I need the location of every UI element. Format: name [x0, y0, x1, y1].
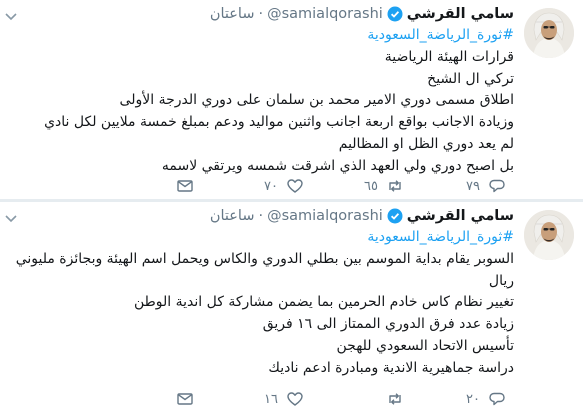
separator-dot: · — [258, 6, 264, 22]
tweet-line: تركي ال الشيخ — [427, 70, 514, 87]
reply-count: ٢٠ — [466, 391, 480, 407]
author-handle[interactable]: @samialqorashi — [267, 6, 383, 22]
tweet-body: سامي القرشي @samialqorashi · ساعتان #ثور… — [12, 3, 514, 178]
tweet[interactable]: سامي القرشي @samialqorashi · ساعتان #ثور… — [0, 202, 583, 417]
avatar[interactable] — [524, 8, 574, 58]
heart-icon — [287, 179, 303, 193]
separator-dot: · — [258, 208, 264, 224]
tweet-line: بل اصبح دوري ولي العهد الذي اشرقت شمسه و… — [161, 157, 514, 174]
tweet-timestamp[interactable]: ساعتان — [210, 208, 255, 224]
like-count: ١٦ — [264, 391, 278, 407]
author-name[interactable]: سامي القرشي — [407, 208, 514, 224]
reply-button[interactable]: ٢٠ — [466, 390, 506, 408]
tweet-line: تأسيس الاتحاد السعودي للهجن — [336, 337, 515, 354]
tweet-text: #ثورة_الرياضة_السعودية السوبر يقام بداية… — [12, 227, 514, 380]
like-count: ٧٠ — [264, 178, 278, 194]
tweet-actions: ٧٩ ٦٥ ٧٠ — [12, 177, 514, 197]
verified-badge-icon — [387, 6, 403, 22]
envelope-icon — [177, 180, 193, 192]
tweet-actions: ٢٠ ١٦ — [12, 390, 514, 410]
heart-icon — [287, 392, 303, 406]
tweet-line: زيادة عدد فرق الدوري الممتاز الى ١٦ فريق — [262, 316, 514, 333]
avatar[interactable] — [524, 210, 574, 260]
tweet-line: تغيير نظام كاس خادم الحرمين بما يضمن مشا… — [133, 294, 514, 311]
reply-count: ٧٩ — [466, 178, 480, 194]
tweet-line: السوبر يقام بداية الموسم بين بطلي الدوري… — [15, 250, 514, 289]
envelope-icon — [177, 393, 193, 405]
tweet-header: سامي القرشي @samialqorashi · ساعتان — [12, 205, 514, 227]
tweet-line: وزيادة الاجانب بواقع اربعة اجانب واثنين … — [44, 114, 514, 131]
reply-icon — [489, 392, 505, 406]
retweet-button[interactable] — [378, 390, 404, 408]
verified-badge-icon — [387, 208, 403, 224]
retweet-button[interactable]: ٦٥ — [364, 177, 404, 195]
tweet-header: سامي القرشي @samialqorashi · ساعتان — [12, 3, 514, 25]
hashtag-link[interactable]: #ثورة_الرياضة_السعودية — [12, 25, 514, 47]
direct-message-button[interactable] — [176, 177, 194, 195]
reply-icon — [489, 179, 505, 193]
like-button[interactable]: ٧٠ — [264, 177, 304, 195]
author-handle[interactable]: @samialqorashi — [267, 208, 383, 224]
tweet-text: #ثورة_الرياضة_السعودية قرارات الهيئة الر… — [12, 25, 514, 178]
author-name[interactable]: سامي القرشي — [407, 6, 514, 22]
chevron-down-icon[interactable] — [4, 208, 18, 223]
like-button[interactable]: ١٦ — [264, 390, 304, 408]
tweet-timestamp[interactable]: ساعتان — [210, 6, 255, 22]
retweet-count: ٦٥ — [364, 178, 378, 194]
reply-button[interactable]: ٧٩ — [466, 177, 506, 195]
retweet-icon — [389, 393, 401, 405]
chevron-down-icon[interactable] — [4, 6, 18, 21]
tweet-line: دراسة جماهيرية الاندية ومبادرة ادعم نادي… — [268, 359, 514, 376]
retweet-icon — [389, 180, 401, 192]
tweet-line: قرارات الهيئة الرياضية — [384, 48, 514, 65]
direct-message-button[interactable] — [176, 390, 194, 408]
tweet-line: لم يعد دوري الظل او المظاليم — [338, 135, 514, 152]
tweet-line: اطلاق مسمى دوري الامير محمد بن سلمان على… — [119, 92, 514, 109]
hashtag-link[interactable]: #ثورة_الرياضة_السعودية — [12, 227, 514, 249]
tweet[interactable]: سامي القرشي @samialqorashi · ساعتان #ثور… — [0, 0, 583, 201]
tweet-body: سامي القرشي @samialqorashi · ساعتان #ثور… — [12, 205, 514, 380]
